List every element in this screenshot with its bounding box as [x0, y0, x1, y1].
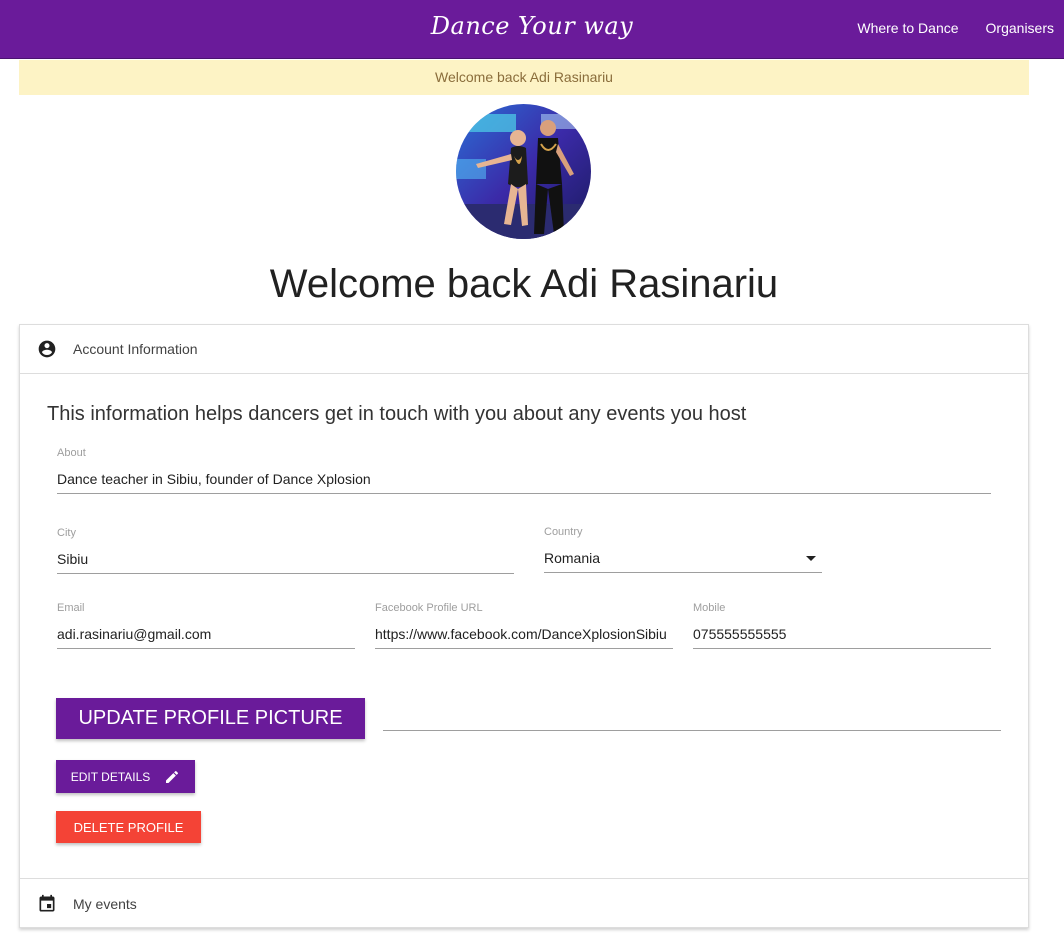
- city-field: City: [57, 527, 514, 575]
- facebook-field: Facebook Profile URL: [375, 602, 673, 650]
- city-input[interactable]: [57, 545, 514, 574]
- update-profile-picture-button[interactable]: Update profile picture: [56, 698, 365, 739]
- mobile-input[interactable]: [693, 620, 991, 649]
- email-input[interactable]: [57, 620, 355, 649]
- account-information-label: Account Information: [73, 341, 198, 357]
- email-label: Email: [57, 602, 85, 614]
- welcome-flash-message: Welcome back Adi Rasinariu: [19, 60, 1029, 95]
- country-select[interactable]: [544, 544, 822, 573]
- account-circle-icon: [38, 340, 56, 358]
- dropdown-caret-icon[interactable]: [806, 556, 816, 561]
- facebook-label: Facebook Profile URL: [375, 602, 483, 614]
- profile-card: Account Information This information hel…: [19, 324, 1029, 928]
- country-label: Country: [544, 526, 583, 538]
- edit-details-button[interactable]: Edit details: [56, 760, 195, 793]
- profile-photo-icon: [456, 104, 591, 239]
- nav-links: Where to Dance Organisers: [857, 20, 1054, 36]
- calendar-icon: [39, 894, 55, 911]
- nav-link-organisers[interactable]: Organisers: [986, 20, 1054, 36]
- page-title: Welcome back Adi Rasinariu: [269, 262, 779, 306]
- pencil-icon: [166, 770, 179, 783]
- country-field: Country: [544, 526, 822, 574]
- edit-details-label: Edit details: [70, 769, 151, 784]
- facebook-input[interactable]: [375, 620, 673, 649]
- about-field: About: [57, 447, 991, 495]
- mobile-field: Mobile: [693, 602, 991, 650]
- top-navbar: Dance Your way Where to Dance Organisers: [0, 0, 1064, 59]
- profile-avatar: [456, 104, 591, 239]
- mobile-label: Mobile: [693, 602, 726, 614]
- my-events-header[interactable]: My events: [20, 878, 1028, 928]
- about-input[interactable]: [57, 465, 991, 494]
- file-path-field[interactable]: [383, 730, 1001, 731]
- nav-link-where-to-dance[interactable]: Where to Dance: [857, 20, 958, 36]
- my-events-label: My events: [73, 895, 137, 912]
- city-label: City: [57, 527, 76, 539]
- account-information-body: This information helps dancers get in to…: [20, 375, 1028, 879]
- email-field: Email: [57, 602, 355, 650]
- account-intro-text: This information helps dancers get in to…: [47, 403, 747, 425]
- account-information-header[interactable]: Account Information: [20, 325, 1028, 374]
- delete-profile-button[interactable]: Delete profile: [56, 811, 201, 843]
- about-label: About: [57, 447, 86, 459]
